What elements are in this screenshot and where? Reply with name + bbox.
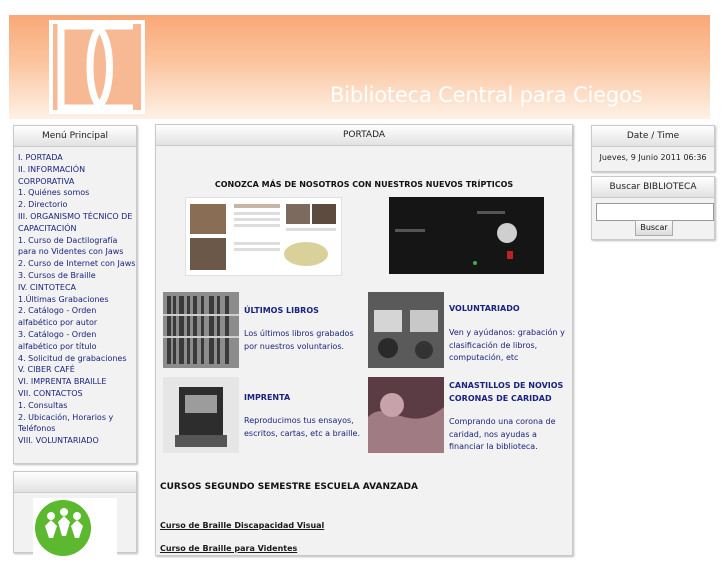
cursos-heading: CURSOS SEGUNDO SEMESTRE ESCUELA AVANZADA bbox=[160, 482, 418, 492]
menu-item-informacion[interactable]: II. INFORMACIÓN CORPORATIVA bbox=[18, 164, 136, 188]
menu-item-organismo[interactable]: III. ORGANISMO TÉCNICO DE CAPACITACIÓN bbox=[18, 211, 136, 235]
datetime-value: Jueves, 9 Junio 2011 06:36 bbox=[599, 153, 707, 162]
menu-item-quienes-somos[interactable]: 1. Quiénes somos bbox=[18, 187, 136, 199]
menu-item-voluntariado[interactable]: VIII. VOLUNTARIADO bbox=[18, 435, 136, 447]
voluntariado-title[interactable]: VOLUNTARIADO bbox=[449, 304, 569, 313]
menu-item-catalogo-autor[interactable]: 2. Catálogo - Orden alfabético por autor bbox=[18, 305, 136, 329]
imprenta-title[interactable]: IMPRENTA bbox=[244, 393, 364, 402]
main-panel-title: PORTADA bbox=[156, 125, 572, 146]
partner-logo[interactable] bbox=[33, 498, 117, 558]
canastillos-title[interactable]: CANASTILLOS DE NOVIOS CORONAS DE CARIDAD bbox=[449, 379, 571, 405]
main-panel: PORTADA CONOZCA MÁS DE NOSOTROS CON NUES… bbox=[155, 124, 573, 556]
partner-panel bbox=[13, 471, 137, 558]
imprenta-photo[interactable] bbox=[163, 377, 239, 453]
site-header: Biblioteca Central para Ciegos bbox=[9, 15, 710, 119]
menu-item-ciber-cafe[interactable]: V. CIBER CAFÉ bbox=[18, 364, 136, 376]
search-panel: Buscar BIBLIOTECA Buscar bbox=[591, 176, 715, 240]
tripticos-heading: CONOZCA MÁS DE NOSOTROS CON NUESTROS NUE… bbox=[214, 180, 514, 189]
menu-item-contactos[interactable]: VII. CONTACTOS bbox=[18, 388, 136, 400]
menu-item-consultas[interactable]: 1. Consultas bbox=[18, 400, 136, 412]
search-title: Buscar BIBLIOTECA bbox=[592, 177, 714, 198]
voluntariado-photo[interactable] bbox=[368, 292, 444, 368]
menu-item-directorio[interactable]: 2. Directorio bbox=[18, 199, 136, 211]
site-title: Biblioteca Central para Ciegos bbox=[330, 83, 643, 107]
triptico-image-2[interactable] bbox=[389, 197, 544, 274]
voluntariado-text: Ven y ayúdanos: grabación y clasificació… bbox=[449, 328, 565, 362]
menu-item-cursos-braille[interactable]: 3. Cursos de Braille bbox=[18, 270, 136, 282]
search-button[interactable]: Buscar bbox=[635, 220, 673, 236]
link-braille-videntes[interactable]: Curso de Braille para Videntes bbox=[160, 544, 297, 553]
menu-item-ultimas-grabaciones[interactable]: 1.Últimas Grabaciones bbox=[18, 294, 136, 306]
menu-item-imprenta-braille[interactable]: VI. IMPRENTA BRAILLE bbox=[18, 376, 136, 388]
libros-text: Los últimos libros grabados por nuestros… bbox=[244, 329, 354, 351]
menu-item-curso-internet[interactable]: 2. Curso de Internet con Jaws bbox=[18, 258, 136, 270]
libros-title[interactable]: ÚLTIMOS LIBROS bbox=[244, 306, 374, 315]
menu-item-portada[interactable]: I. PORTADA bbox=[18, 152, 136, 164]
main-menu-list: I. PORTADA II. INFORMACIÓN CORPORATIVA 1… bbox=[14, 147, 136, 447]
libros-photo[interactable] bbox=[163, 292, 239, 368]
datetime-title: Date / Time bbox=[592, 126, 714, 147]
library-logo[interactable] bbox=[49, 20, 145, 114]
menu-item-curso-dactilografia[interactable]: 1. Curso de Dactilografía para no Vident… bbox=[18, 235, 136, 259]
link-braille-discapacidad[interactable]: Curso de Braille Discapacidad Visual bbox=[160, 521, 324, 530]
menu-item-ubicacion[interactable]: 2. Ubicación, Horarios y Teléfonos bbox=[18, 412, 136, 436]
partner-panel-head bbox=[14, 472, 136, 493]
menu-item-cintoteca[interactable]: IV. CINTOTECA bbox=[18, 282, 136, 294]
menu-item-catalogo-titulo[interactable]: 3. Catálogo - Orden alfabético por títul… bbox=[18, 329, 136, 353]
main-menu-title: Menú Principal bbox=[14, 126, 136, 147]
imprenta-text: Reproducimos tus ensayos, escritos, cart… bbox=[244, 416, 361, 438]
main-menu-panel: Menú Principal I. PORTADA II. INFORMACIÓ… bbox=[13, 125, 137, 464]
search-input[interactable] bbox=[596, 203, 714, 221]
datetime-panel: Date / Time Jueves, 9 Junio 2011 06:36 bbox=[591, 125, 715, 172]
menu-item-solicitud[interactable]: 4. Solicitud de grabaciones bbox=[18, 353, 136, 365]
triptico-image-1[interactable] bbox=[185, 197, 342, 276]
canastillos-photo[interactable] bbox=[368, 377, 444, 453]
canastillos-text: Comprando una corona de caridad, nos ayu… bbox=[449, 417, 556, 451]
